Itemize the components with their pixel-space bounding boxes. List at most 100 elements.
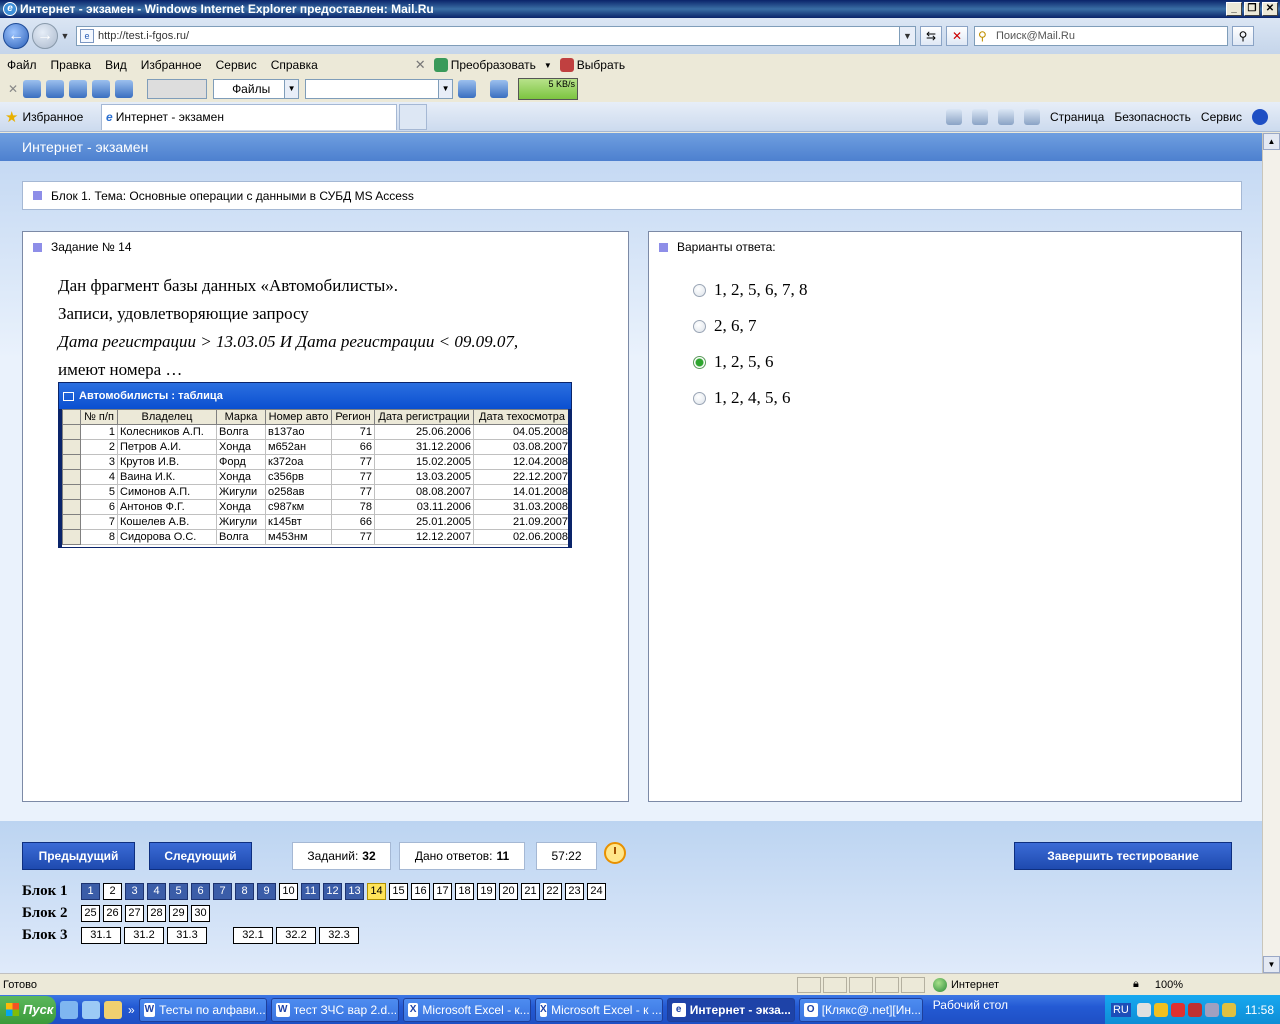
menu-help[interactable]: Справка — [264, 58, 325, 72]
new-tab-button[interactable] — [399, 103, 427, 130]
search-button[interactable]: ⚲ — [1232, 26, 1254, 46]
download-icon[interactable] — [490, 80, 509, 98]
question-nav-button[interactable]: 13 — [345, 882, 364, 900]
question-nav-button[interactable]: 1 — [81, 882, 100, 900]
menu-edit[interactable]: Правка — [44, 58, 99, 72]
answer-option-2[interactable]: 2, 6, 7 — [693, 308, 808, 344]
toolbar-search-dropdown-icon[interactable]: ▼ — [438, 80, 453, 98]
question-nav-button[interactable]: 7 — [213, 882, 232, 900]
question-nav-button[interactable]: 26 — [103, 904, 122, 922]
search-input[interactable]: ⚲ Поиск@Mail.Ru — [974, 26, 1228, 46]
history-dropdown-icon[interactable]: ▼ — [58, 31, 72, 41]
taskbar-task[interactable]: X Microsoft Excel - к ... — [534, 997, 663, 1022]
question-nav-button[interactable]: 31.1 — [81, 926, 121, 944]
question-nav-button[interactable]: 32.1 — [233, 926, 273, 944]
safety-menu[interactable]: Безопасность — [1114, 110, 1191, 124]
taskbar-task[interactable]: X Microsoft Excel - к... — [402, 997, 531, 1022]
vertical-scrollbar[interactable]: ▲ ▼ — [1262, 133, 1280, 973]
question-nav-button[interactable]: 4 — [147, 882, 166, 900]
close-button[interactable]: ✕ — [1262, 2, 1278, 16]
tray-icon[interactable] — [1187, 1002, 1202, 1017]
start-button[interactable]: Пуск — [0, 995, 56, 1024]
menu-view[interactable]: Вид — [98, 58, 134, 72]
quicklaunch-folder-icon[interactable] — [104, 1000, 122, 1019]
page-menu[interactable]: Страница — [1050, 110, 1104, 124]
question-nav-button[interactable]: 20 — [499, 882, 518, 900]
question-nav-button[interactable]: 31.3 — [167, 926, 207, 944]
menu-tools[interactable]: Сервис — [209, 58, 264, 72]
question-nav-button[interactable]: 28 — [147, 904, 166, 922]
quicklaunch-ie-icon[interactable] — [60, 1000, 78, 1019]
question-nav-button[interactable]: 6 — [191, 882, 210, 900]
toolbar-search-icon[interactable] — [458, 80, 477, 98]
tools-menu[interactable]: Сервис — [1201, 110, 1242, 124]
taskbar-task[interactable]: W Тесты по алфави... — [138, 997, 267, 1022]
question-nav-button[interactable]: 14 — [367, 882, 386, 900]
minimize-button[interactable]: _ — [1226, 2, 1242, 16]
tray-icon[interactable] — [1170, 1002, 1185, 1017]
zoom-level[interactable]: 100% — [1155, 979, 1183, 991]
back-button[interactable]: ← — [3, 23, 29, 49]
globe-tool-icon[interactable] — [92, 80, 111, 98]
quicklaunch-browser-icon[interactable] — [82, 1000, 100, 1019]
question-nav-button[interactable]: 18 — [455, 882, 474, 900]
tray-icon[interactable] — [1221, 1002, 1236, 1017]
question-nav-button[interactable]: 8 — [235, 882, 254, 900]
question-nav-button[interactable]: 32.2 — [276, 926, 316, 944]
radio-button[interactable] — [693, 283, 706, 297]
answer-option-4[interactable]: 1, 2, 4, 5, 6 — [693, 380, 808, 416]
menu-file[interactable]: Файл — [0, 58, 44, 72]
question-nav-button[interactable]: 25 — [81, 904, 100, 922]
next-button[interactable]: Следующий — [149, 842, 252, 870]
agent-icon[interactable] — [69, 80, 88, 98]
desktop-toolbar-label[interactable]: Рабочий стол — [933, 998, 1008, 1022]
taskbar-task[interactable]: e Интернет - экза... — [666, 997, 795, 1022]
url-dropdown-icon[interactable]: ▼ — [899, 27, 915, 45]
quicklaunch-more-icon[interactable]: » — [128, 1003, 135, 1017]
question-nav-button[interactable]: 12 — [323, 882, 342, 900]
files-dropdown-icon[interactable]: ▼ — [284, 80, 299, 98]
question-nav-button[interactable]: 11 — [301, 882, 320, 900]
question-nav-button[interactable]: 19 — [477, 882, 496, 900]
mail-icon[interactable] — [23, 80, 42, 98]
restore-button[interactable]: ❐ — [1244, 2, 1260, 16]
question-nav-button[interactable]: 29 — [169, 904, 188, 922]
refresh-button[interactable]: ⇆ — [920, 26, 942, 46]
question-nav-button[interactable]: 21 — [521, 882, 540, 900]
taskbar-task[interactable]: O [Клякс@.net][Ин... — [798, 997, 923, 1022]
radio-button[interactable] — [693, 319, 706, 333]
url-text[interactable]: http://test.i-fgos.ru/ — [98, 30, 899, 42]
taskbar-task[interactable]: Wтест ЗЧС вар 2.d... — [270, 997, 399, 1022]
question-nav-button[interactable]: 2 — [103, 882, 122, 900]
question-nav-button[interactable]: 23 — [565, 882, 584, 900]
question-nav-button[interactable]: 3 — [125, 882, 144, 900]
answer-option-3[interactable]: 1, 2, 5, 6 — [693, 344, 808, 380]
convert-dropdown-icon[interactable]: ▼ — [544, 61, 552, 70]
language-indicator[interactable]: RU — [1110, 1002, 1131, 1017]
print-icon[interactable] — [1023, 108, 1040, 125]
prev-button[interactable]: Предыдущий — [22, 842, 135, 870]
toolbar-search-input[interactable]: ▼ — [305, 79, 454, 99]
question-nav-button[interactable]: 22 — [543, 882, 562, 900]
question-nav-button[interactable]: 32.3 — [319, 926, 359, 944]
question-nav-button[interactable]: 16 — [411, 882, 430, 900]
stop-button[interactable]: ✕ — [946, 26, 968, 46]
question-nav-button[interactable]: 24 — [587, 882, 606, 900]
toolbar-button-box[interactable] — [147, 79, 208, 99]
question-nav-button[interactable]: 30 — [191, 904, 210, 922]
question-nav-button[interactable]: 15 — [389, 882, 408, 900]
help-icon[interactable] — [1252, 108, 1268, 125]
mail-read-icon[interactable] — [997, 108, 1014, 125]
question-nav-button[interactable]: 17 — [433, 882, 452, 900]
files-select[interactable]: Файлы ▼ — [213, 79, 300, 99]
question-nav-button[interactable]: 31.2 — [124, 926, 164, 944]
answer-option-1[interactable]: 1, 2, 5, 6, 7, 8 — [693, 272, 808, 308]
question-nav-button[interactable]: 10 — [279, 882, 298, 900]
question-nav-button[interactable]: 27 — [125, 904, 144, 922]
favorites-button[interactable]: ★ Избранное — [5, 108, 95, 126]
question-nav-button[interactable]: 9 — [257, 882, 276, 900]
radio-button[interactable] — [693, 355, 706, 369]
menu-favorites[interactable]: Избранное — [134, 58, 209, 72]
scroll-up-icon[interactable]: ▲ — [1263, 133, 1280, 150]
tray-icon[interactable] — [1204, 1002, 1219, 1017]
